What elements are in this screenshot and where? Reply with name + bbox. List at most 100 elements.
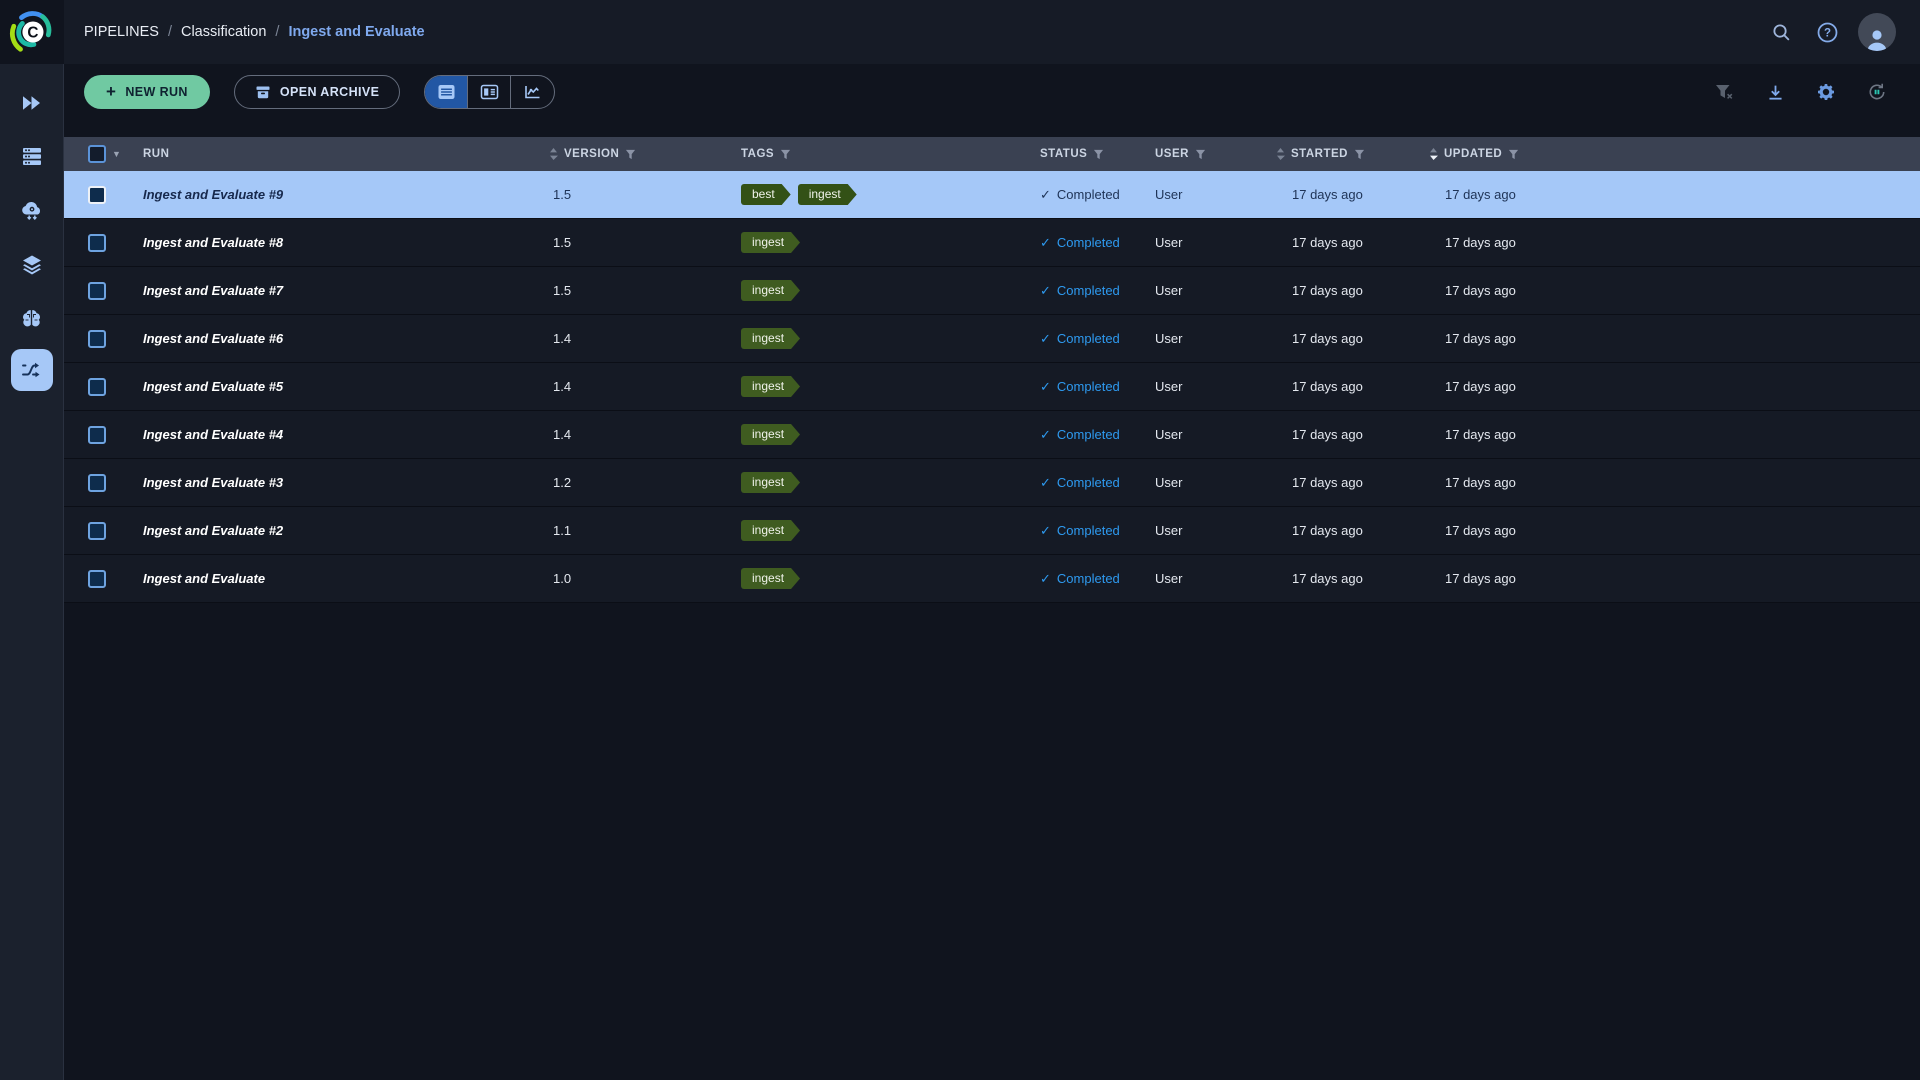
auto-refresh-button[interactable] <box>1862 77 1892 107</box>
filter-funnel-icon[interactable] <box>780 149 791 160</box>
run-name[interactable]: Ingest and Evaluate #9 <box>143 187 549 202</box>
run-tags: bestingest <box>741 184 1040 205</box>
row-checkbox[interactable] <box>88 186 106 204</box>
table-row[interactable]: Ingest and Evaluate #61.4ingest✓Complete… <box>64 315 1920 363</box>
filter-funnel-icon[interactable] <box>625 149 636 160</box>
tag: ingest <box>741 520 800 541</box>
search-button[interactable] <box>1766 17 1796 47</box>
breadcrumb-pipelines[interactable]: PIPELINES <box>84 24 159 40</box>
status-check-icon: ✓ <box>1040 379 1051 395</box>
help-button[interactable]: ? <box>1812 17 1842 47</box>
plus-icon: + <box>106 82 116 102</box>
run-user: User <box>1155 187 1276 202</box>
column-header-version[interactable]: VERSION <box>549 147 741 161</box>
run-version: 1.5 <box>549 187 741 202</box>
table-row[interactable]: Ingest and Evaluate #71.5ingest✓Complete… <box>64 267 1920 315</box>
run-user: User <box>1155 283 1276 298</box>
card-view-icon <box>480 84 499 100</box>
status-label: Completed <box>1057 379 1120 394</box>
table-row[interactable]: Ingest and Evaluate1.0ingest✓CompletedUs… <box>64 555 1920 603</box>
card-view-button[interactable] <box>468 76 511 108</box>
run-status: ✓Completed <box>1040 523 1155 539</box>
download-button[interactable] <box>1760 77 1790 107</box>
row-checkbox[interactable] <box>88 426 106 444</box>
run-tags: ingest <box>741 376 1040 397</box>
table-row[interactable]: Ingest and Evaluate #81.5ingest✓Complete… <box>64 219 1920 267</box>
select-dropdown-caret[interactable]: ▼ <box>112 149 121 159</box>
run-user: User <box>1155 571 1276 586</box>
column-label: STATUS <box>1040 148 1087 160</box>
run-name[interactable]: Ingest and Evaluate #7 <box>143 283 549 298</box>
run-user: User <box>1155 379 1276 394</box>
run-name[interactable]: Ingest and Evaluate #6 <box>143 331 549 346</box>
table-row[interactable]: Ingest and Evaluate #41.4ingest✓Complete… <box>64 411 1920 459</box>
run-status: ✓Completed <box>1040 331 1155 347</box>
breadcrumb: PIPELINES / Classification / Ingest and … <box>84 24 425 40</box>
view-mode-toggle <box>424 75 555 109</box>
filter-funnel-icon[interactable] <box>1508 149 1519 160</box>
run-name[interactable]: Ingest and Evaluate #8 <box>143 235 549 250</box>
filter-funnel-icon[interactable] <box>1093 149 1104 160</box>
run-started: 17 days ago <box>1276 235 1429 250</box>
auto-refresh-icon <box>1867 82 1887 102</box>
sidebar-item-projects[interactable] <box>10 79 54 126</box>
run-tags: ingest <box>741 328 1040 349</box>
row-checkbox[interactable] <box>88 522 106 540</box>
column-label: UPDATED <box>1444 148 1502 160</box>
table-row[interactable]: Ingest and Evaluate #51.4ingest✓Complete… <box>64 363 1920 411</box>
row-checkbox[interactable] <box>88 378 106 396</box>
search-icon <box>1771 22 1792 43</box>
sidebar-item-datasets[interactable] <box>10 241 54 288</box>
row-checkbox[interactable] <box>88 570 106 588</box>
status-check-icon: ✓ <box>1040 427 1051 443</box>
run-name[interactable]: Ingest and Evaluate #5 <box>143 379 549 394</box>
workers-icon <box>21 146 43 167</box>
tag: best <box>741 184 791 205</box>
run-user: User <box>1155 331 1276 346</box>
column-header-updated[interactable]: UPDATED <box>1429 147 1920 161</box>
status-check-icon: ✓ <box>1040 235 1051 251</box>
column-header-user[interactable]: USER <box>1155 148 1276 160</box>
sidebar-item-cloud-apps[interactable] <box>10 187 54 234</box>
sidebar-item-workers-queues[interactable] <box>10 133 54 180</box>
select-all-checkbox[interactable] <box>88 145 106 163</box>
run-name[interactable]: Ingest and Evaluate #3 <box>143 475 549 490</box>
run-version: 1.4 <box>549 427 741 442</box>
filter-funnel-icon[interactable] <box>1195 149 1206 160</box>
table-view-button[interactable] <box>425 76 468 108</box>
row-checkbox[interactable] <box>88 474 106 492</box>
filter-reset-button[interactable] <box>1709 77 1739 107</box>
row-checkbox[interactable] <box>88 234 106 252</box>
clearml-logo[interactable]: C <box>0 0 64 64</box>
table-row[interactable]: Ingest and Evaluate #91.5bestingest✓Comp… <box>64 171 1920 219</box>
help-icon: ? <box>1816 21 1839 44</box>
column-header-tags[interactable]: TAGS <box>741 148 1040 160</box>
column-label: STARTED <box>1291 148 1348 160</box>
settings-button[interactable] <box>1811 77 1841 107</box>
breadcrumb-project[interactable]: Classification <box>181 24 266 40</box>
open-archive-label: OPEN ARCHIVE <box>280 85 380 99</box>
run-name[interactable]: Ingest and Evaluate #4 <box>143 427 549 442</box>
row-select-cell <box>64 522 143 540</box>
new-run-button[interactable]: + NEW RUN <box>84 75 210 109</box>
chart-view-button[interactable] <box>511 76 554 108</box>
run-name[interactable]: Ingest and Evaluate #2 <box>143 523 549 538</box>
run-status: ✓Completed <box>1040 571 1155 587</box>
column-header-status[interactable]: STATUS <box>1040 148 1155 160</box>
open-archive-button[interactable]: OPEN ARCHIVE <box>234 75 401 109</box>
sidebar-item-models[interactable] <box>10 295 54 342</box>
tag: ingest <box>741 472 800 493</box>
chart-view-icon <box>523 84 542 100</box>
run-started: 17 days ago <box>1276 427 1429 442</box>
run-updated: 17 days ago <box>1429 283 1920 298</box>
column-header-run[interactable]: RUN <box>143 148 549 160</box>
table-row[interactable]: Ingest and Evaluate #31.2ingest✓Complete… <box>64 459 1920 507</box>
row-checkbox[interactable] <box>88 282 106 300</box>
user-avatar[interactable] <box>1858 13 1896 51</box>
table-row[interactable]: Ingest and Evaluate #21.1ingest✓Complete… <box>64 507 1920 555</box>
sidebar-item-pipelines[interactable] <box>11 349 53 391</box>
column-header-started[interactable]: STARTED <box>1276 147 1429 161</box>
row-checkbox[interactable] <box>88 330 106 348</box>
run-name[interactable]: Ingest and Evaluate <box>143 571 549 586</box>
filter-funnel-icon[interactable] <box>1354 149 1365 160</box>
